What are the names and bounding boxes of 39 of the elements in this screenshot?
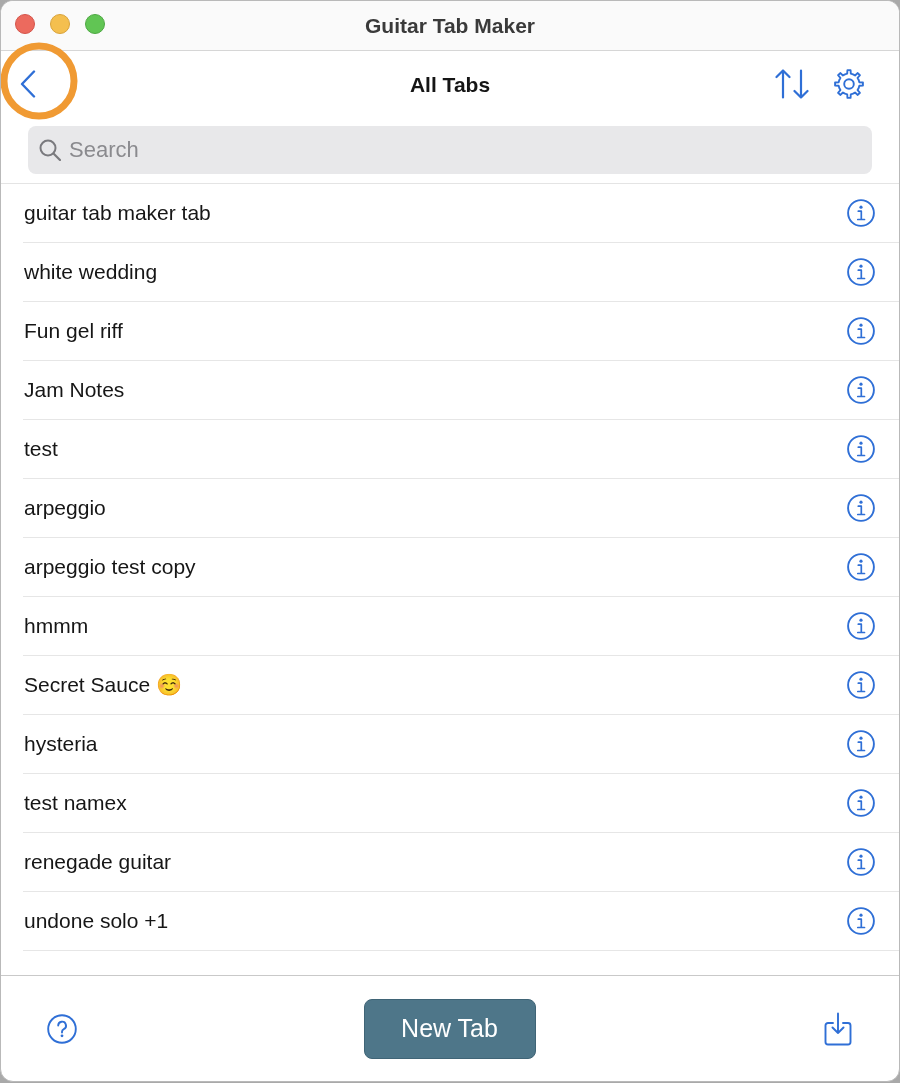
info-icon[interactable] [847, 671, 875, 699]
info-icon[interactable] [847, 553, 875, 581]
info-icon[interactable] [847, 730, 875, 758]
info-icon[interactable] [847, 317, 875, 345]
close-button[interactable] [15, 14, 35, 34]
tab-name[interactable]: white wedding [24, 260, 158, 284]
tab-name[interactable]: guitar tab maker tab [24, 201, 211, 225]
tab-name[interactable]: arpeggio [24, 496, 106, 520]
tab-name[interactable]: hmmm [24, 614, 89, 638]
help-icon[interactable] [47, 1013, 77, 1044]
tab-name[interactable]: undone solo +1 [24, 909, 169, 933]
tab-name[interactable]: Secret Sauce ☺ [24, 673, 182, 697]
window-title: Guitar Tab Maker [365, 13, 535, 38]
settings-icon[interactable] [833, 68, 865, 100]
tab-name[interactable]: test namex [24, 791, 127, 815]
info-icon[interactable] [847, 789, 875, 817]
info-icon[interactable] [847, 907, 875, 935]
download-icon[interactable] [824, 1011, 852, 1046]
new-tab-button[interactable]: New Tab [363, 998, 536, 1059]
info-icon[interactable] [847, 612, 875, 640]
tab-name[interactable]: Jam Notes [24, 378, 125, 402]
page-title: All Tabs [409, 72, 491, 97]
tab-name[interactable]: renegade guitar [24, 850, 172, 874]
info-icon[interactable] [847, 258, 875, 286]
chevron-left-icon [20, 70, 36, 98]
search-icon [39, 139, 61, 161]
info-icon[interactable] [847, 848, 875, 876]
up-down-arrows-icon[interactable] [775, 69, 809, 99]
tab-name[interactable]: hysteria [24, 732, 98, 756]
zoom-button[interactable] [85, 14, 105, 34]
back-button[interactable] [19, 69, 37, 99]
tab-name[interactable]: Fun gel riff [24, 319, 123, 343]
tab-name[interactable]: arpeggio test copy [24, 555, 196, 579]
info-icon[interactable] [847, 199, 875, 227]
info-icon[interactable] [847, 435, 875, 463]
info-icon[interactable] [847, 494, 875, 522]
info-icon[interactable] [847, 376, 875, 404]
search-field[interactable]: Search [28, 126, 872, 174]
tab-name[interactable]: test [24, 437, 58, 461]
